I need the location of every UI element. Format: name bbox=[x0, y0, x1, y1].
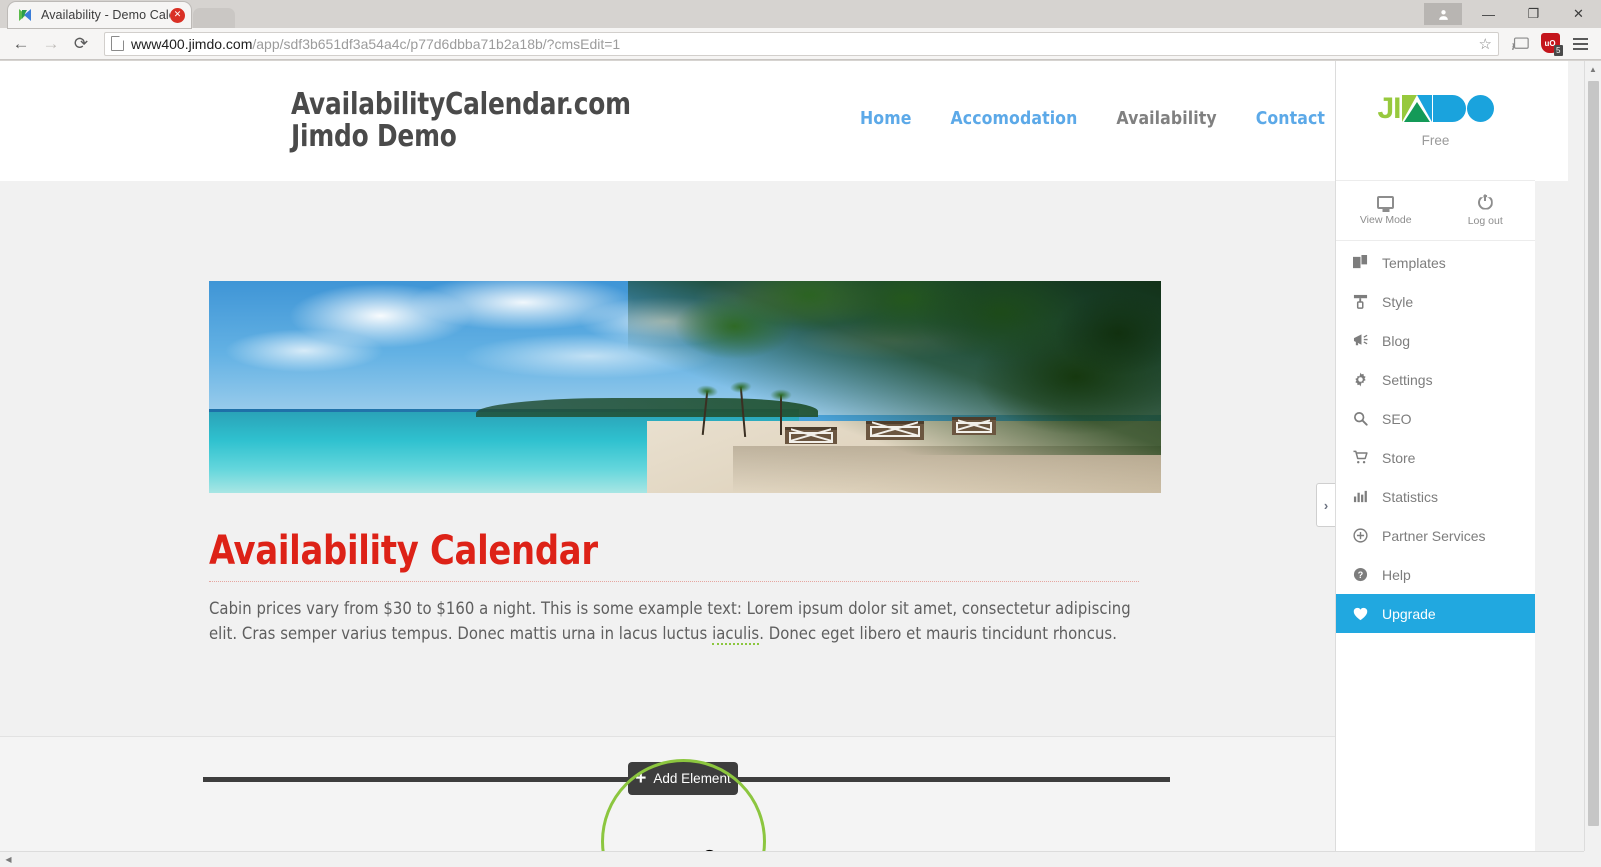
paint-roller-icon bbox=[1352, 294, 1369, 309]
profile-avatar-icon[interactable] bbox=[1424, 3, 1462, 25]
browser-tab[interactable]: Availability - Demo Calend bbox=[8, 2, 191, 28]
admin-quick-actions: View Mode Log out bbox=[1336, 181, 1535, 241]
vertical-scroll-thumb[interactable] bbox=[1588, 81, 1599, 826]
browser-menu-icon[interactable] bbox=[1565, 30, 1595, 58]
power-icon bbox=[1477, 194, 1493, 210]
sidebar-label-settings: Settings bbox=[1382, 371, 1433, 388]
sidebar-item-templates[interactable]: Templates bbox=[1336, 243, 1535, 282]
tab-close-icon[interactable] bbox=[170, 7, 185, 23]
cast-icon[interactable] bbox=[1505, 30, 1535, 58]
svg-text:?: ? bbox=[1358, 570, 1363, 580]
horizontal-scrollbar[interactable]: ◀ bbox=[0, 851, 1584, 867]
jimdo-logo-area: JI Free bbox=[1336, 61, 1535, 181]
sidebar-item-upgrade[interactable]: Upgrade bbox=[1336, 594, 1535, 633]
page-title: Availability Calendar bbox=[209, 528, 598, 574]
log-out-button[interactable]: Log out bbox=[1436, 181, 1536, 240]
sidebar-toggle-button[interactable]: › bbox=[1316, 483, 1335, 527]
view-mode-button[interactable]: View Mode bbox=[1336, 181, 1436, 240]
hero-beach-photo bbox=[209, 281, 1161, 493]
sidebar-label-help: Help bbox=[1382, 566, 1411, 583]
megaphone-icon bbox=[1352, 333, 1369, 348]
forward-icon[interactable]: → bbox=[36, 30, 66, 58]
ublock-badge: 5 bbox=[1554, 45, 1563, 56]
sidebar-item-statistics[interactable]: Statistics bbox=[1336, 477, 1535, 516]
sidebar-item-style[interactable]: Style bbox=[1336, 282, 1535, 321]
site-title-line2: Jimdo Demo bbox=[291, 119, 457, 154]
site-title: AvailabilityCalendar.com Jimdo Demo bbox=[291, 89, 631, 153]
address-bar-url: www400.jimdo.com/app/sdf3b651df3a54a4c/p… bbox=[131, 36, 620, 52]
templates-icon bbox=[1352, 255, 1369, 270]
plus-circle-icon bbox=[1352, 528, 1369, 543]
nav-item-accomodation[interactable]: Accomodation bbox=[950, 109, 1077, 129]
body-paragraph[interactable]: Cabin prices vary from $30 to $160 a nig… bbox=[209, 596, 1149, 646]
view-mode-label: View Mode bbox=[1359, 213, 1412, 226]
magnifier-icon bbox=[1352, 411, 1369, 426]
new-tab-button[interactable] bbox=[193, 8, 235, 28]
jimdo-logo-d bbox=[1432, 95, 1466, 122]
heart-icon bbox=[1352, 607, 1369, 621]
jimdo-logo-o bbox=[1466, 95, 1494, 122]
sidebar-item-blog[interactable]: Blog bbox=[1336, 321, 1535, 360]
sidebar-label-partner-services: Partner Services bbox=[1382, 527, 1486, 544]
tab-favicon-icon bbox=[18, 7, 34, 23]
sidebar-item-help[interactable]: ? Help bbox=[1336, 555, 1535, 594]
nav-item-home[interactable]: Home bbox=[860, 109, 911, 129]
scroll-up-icon[interactable]: ▲ bbox=[1585, 61, 1601, 78]
monitor-icon bbox=[1377, 195, 1395, 209]
nav-item-contact[interactable]: Contact bbox=[1256, 109, 1325, 129]
sidebar-label-seo: SEO bbox=[1382, 410, 1412, 427]
tab-title: Availability - Demo Calend bbox=[41, 8, 170, 22]
browser-window: Availability - Demo Calend — ❐ ✕ ← → ⟳ w… bbox=[0, 0, 1601, 867]
vertical-scrollbar[interactable]: ▲ bbox=[1584, 61, 1601, 851]
reload-icon[interactable]: ⟳ bbox=[66, 30, 96, 58]
url-domain: www400.jimdo.com bbox=[131, 35, 253, 52]
sidebar-label-templates: Templates bbox=[1382, 254, 1446, 271]
log-out-label: Log out bbox=[1467, 214, 1503, 227]
minimize-button[interactable]: — bbox=[1466, 0, 1511, 28]
browser-toolbar: ← → ⟳ www400.jimdo.com/app/sdf3b651df3a5… bbox=[0, 28, 1601, 60]
page-info-icon[interactable] bbox=[111, 36, 124, 51]
sidebar-label-upgrade: Upgrade bbox=[1382, 605, 1436, 622]
gear-icon bbox=[1352, 372, 1369, 387]
sidebar-label-store: Store bbox=[1382, 449, 1416, 466]
admin-menu: Templates Style Blog Settings SEO Store … bbox=[1336, 241, 1535, 633]
scrollbar-corner bbox=[1584, 851, 1601, 867]
close-window-button[interactable]: ✕ bbox=[1556, 0, 1601, 28]
sidebar-label-style: Style bbox=[1382, 293, 1414, 310]
sidebar-item-partner-services[interactable]: Partner Services bbox=[1336, 516, 1535, 555]
jimdo-logo-m bbox=[1401, 95, 1432, 122]
jimdo-logo-icon: JI bbox=[1377, 91, 1494, 125]
cart-icon bbox=[1352, 450, 1369, 465]
title-divider bbox=[209, 581, 1139, 582]
plan-label: Free bbox=[1421, 132, 1450, 148]
ublock-extension-icon[interactable]: uO 5 bbox=[1535, 30, 1565, 58]
url-path: /app/sdf3b651df3a54a4c/p77d6dbba71b2a18b… bbox=[252, 35, 621, 52]
spellcheck-word: iaculis bbox=[712, 624, 760, 645]
web-page: AvailabilityCalendar.com Jimdo Demo Home… bbox=[0, 61, 1568, 867]
sidebar-item-seo[interactable]: SEO bbox=[1336, 399, 1535, 438]
address-bar[interactable]: www400.jimdo.com/app/sdf3b651df3a54a4c/p… bbox=[104, 31, 1499, 56]
sidebar-label-blog: Blog bbox=[1382, 332, 1411, 349]
jimdo-admin-sidebar: JI Free View Mode Log out Templates Styl… bbox=[1335, 61, 1535, 851]
question-circle-icon: ? bbox=[1352, 567, 1369, 582]
site-navigation: Home Accomodation Availability Contact bbox=[860, 109, 1325, 129]
nav-item-availability[interactable]: Availability bbox=[1116, 109, 1216, 129]
restore-button[interactable]: ❐ bbox=[1511, 0, 1556, 28]
site-header: AvailabilityCalendar.com Jimdo Demo Home… bbox=[0, 61, 1568, 181]
page-content: Availability Calendar Cabin prices vary … bbox=[209, 529, 1169, 646]
tab-strip: Availability - Demo Calend — ❐ ✕ bbox=[0, 0, 1601, 28]
jimdo-logo-ji: JI bbox=[1377, 91, 1401, 125]
window-controls: — ❐ ✕ bbox=[1424, 0, 1601, 28]
sidebar-label-statistics: Statistics bbox=[1382, 488, 1439, 505]
scroll-left-icon[interactable]: ◀ bbox=[0, 855, 17, 864]
sidebar-item-store[interactable]: Store bbox=[1336, 438, 1535, 477]
bookmark-star-icon[interactable]: ☆ bbox=[1471, 35, 1492, 53]
page-viewport: AvailabilityCalendar.com Jimdo Demo Home… bbox=[0, 61, 1601, 867]
sidebar-item-settings[interactable]: Settings bbox=[1336, 360, 1535, 399]
paragraph-text-2: . Donec eget libero et mauris tincidunt … bbox=[759, 624, 1117, 643]
beach-photo-image bbox=[209, 281, 1161, 493]
site-title-line1: AvailabilityCalendar.com bbox=[291, 87, 631, 122]
back-icon[interactable]: ← bbox=[6, 30, 36, 58]
bar-chart-icon bbox=[1352, 489, 1369, 504]
